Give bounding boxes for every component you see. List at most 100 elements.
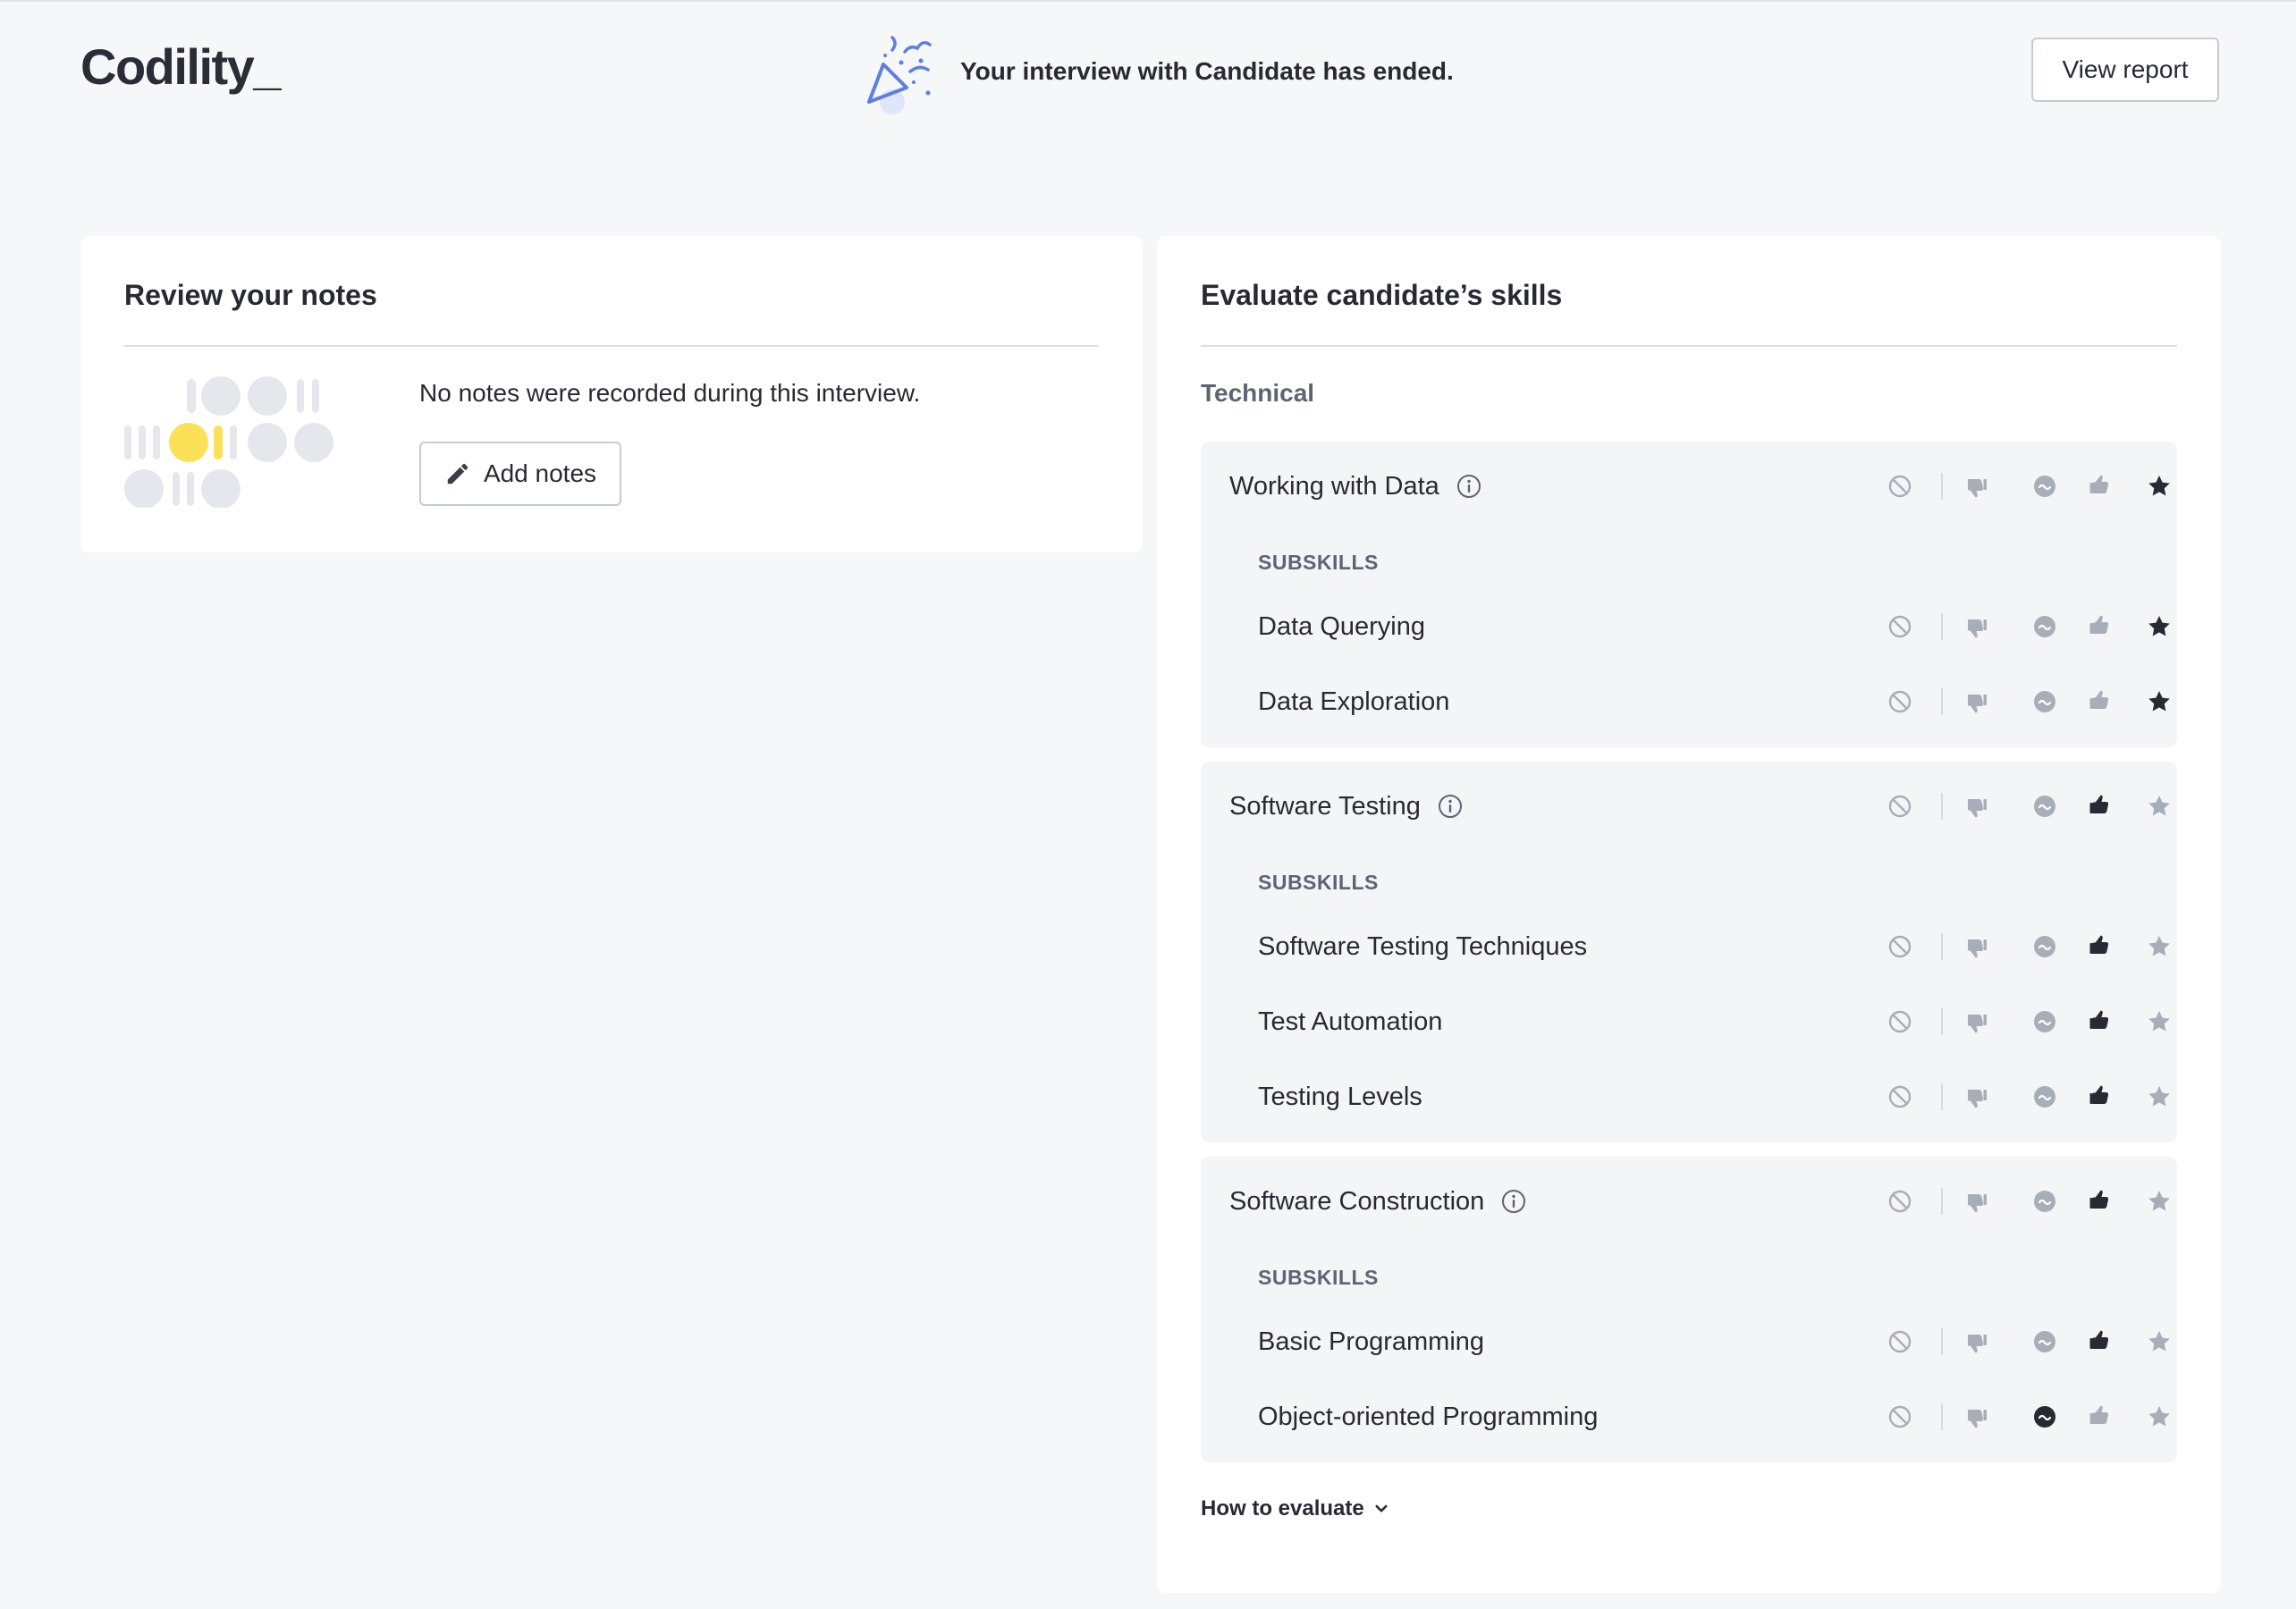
thumbs-down-icon <box>1963 1007 1991 1036</box>
rating-separator <box>1941 1403 1943 1430</box>
thumbs-up-icon <box>2088 687 2116 716</box>
thumbs-down-icon <box>1963 1082 1991 1111</box>
rating-neutral-button[interactable] <box>2030 1082 2059 1111</box>
rating-not-evaluated-button[interactable] <box>1886 1007 1914 1036</box>
rating-star-button[interactable] <box>2145 1327 2174 1356</box>
star-icon <box>2145 932 2174 961</box>
subskills-label: SUBSKILLS <box>1258 1266 1379 1289</box>
rating-controls <box>1870 1179 2170 1224</box>
star-icon <box>2145 472 2174 501</box>
rating-star-button[interactable] <box>2145 687 2174 716</box>
rating-neutral-button[interactable] <box>2030 1327 2059 1356</box>
rating-thumbs-up-button[interactable] <box>2088 932 2116 961</box>
rating-separator <box>1941 688 1943 715</box>
rating-star-button[interactable] <box>2145 1403 2174 1431</box>
rating-thumbs-down-button[interactable] <box>1963 472 1991 501</box>
rating-star-button[interactable] <box>2145 612 2174 641</box>
rating-thumbs-up-button[interactable] <box>2088 1327 2116 1356</box>
rating-thumbs-down-button[interactable] <box>1963 1007 1991 1036</box>
star-icon <box>2145 687 2174 716</box>
rating-not-evaluated-button[interactable] <box>1886 612 1914 641</box>
subskill-name: Testing Levels <box>1258 1082 1422 1111</box>
evaluate-skills-card: Evaluate candidate’s skills Technical Wo… <box>1157 236 2221 1593</box>
rating-not-evaluated-button[interactable] <box>1886 1082 1914 1111</box>
rating-not-evaluated-button[interactable] <box>1886 932 1914 961</box>
thumbs-up-icon <box>2088 472 2116 501</box>
rating-thumbs-down-button[interactable] <box>1963 612 1991 641</box>
thumbs-down-icon <box>1963 1327 1991 1356</box>
rating-neutral-button[interactable] <box>2030 1187 2059 1216</box>
rating-thumbs-down-button[interactable] <box>1963 687 1991 716</box>
info-icon[interactable] <box>1437 793 1464 820</box>
rating-thumbs-up-button[interactable] <box>2088 687 2116 716</box>
rating-thumbs-down-button[interactable] <box>1963 1082 1991 1111</box>
rating-neutral-button[interactable] <box>2030 792 2059 821</box>
rating-thumbs-up-button[interactable] <box>2088 1082 2116 1111</box>
subskill-row: Testing Levels <box>1201 1074 2177 1119</box>
rating-star-button[interactable] <box>2145 932 2174 961</box>
divider <box>1201 345 2177 347</box>
codility-logo[interactable]: Codility_ <box>80 38 281 96</box>
thumbs-down-icon <box>1963 687 1991 716</box>
view-report-button[interactable]: View report <box>2031 38 2219 102</box>
rating-neutral-button[interactable] <box>2030 1007 2059 1036</box>
rating-star-button[interactable] <box>2145 1082 2174 1111</box>
rating-neutral-button[interactable] <box>2030 612 2059 641</box>
rating-thumbs-up-button[interactable] <box>2088 1007 2116 1036</box>
star-icon <box>2145 1007 2174 1036</box>
rating-neutral-button[interactable] <box>2030 472 2059 501</box>
rating-thumbs-down-button[interactable] <box>1963 1403 1991 1431</box>
skill-group: Software Construction SUBSKILLS Basic Prog… <box>1201 1157 2177 1462</box>
rating-neutral-button[interactable] <box>2030 932 2059 961</box>
rating-separator <box>1941 933 1943 960</box>
rating-thumbs-up-button[interactable] <box>2088 1187 2116 1216</box>
skill-row: Working with Data <box>1201 464 2177 509</box>
how-to-evaluate-toggle[interactable]: How to evaluate <box>1201 1496 1389 1521</box>
thumbs-up-icon <box>2088 1187 2116 1216</box>
rating-separator <box>1941 473 1943 500</box>
subskill-row: Test Automation <box>1201 999 2177 1044</box>
subskill-name: Data Querying <box>1258 611 1425 641</box>
rating-controls <box>1870 924 2170 969</box>
skill-name: Working with Data <box>1229 472 1482 501</box>
rating-thumbs-down-button[interactable] <box>1963 1187 1991 1216</box>
subskill-name: Test Automation <box>1258 1007 1443 1036</box>
rating-not-evaluated-button[interactable] <box>1886 1187 1914 1216</box>
rating-star-button[interactable] <box>2145 1187 2174 1216</box>
skill-group: Working with Data SUBSKILLS Data Querying D… <box>1201 442 2177 747</box>
rating-thumbs-up-button[interactable] <box>2088 612 2116 641</box>
rating-not-evaluated-button[interactable] <box>1886 472 1914 501</box>
rating-thumbs-up-button[interactable] <box>2088 792 2116 821</box>
rating-controls <box>1870 1074 2170 1119</box>
rating-not-evaluated-button[interactable] <box>1886 792 1914 821</box>
neutral-icon <box>2030 472 2059 501</box>
pencil-icon <box>447 463 468 484</box>
not-evaluated-icon <box>1886 1187 1914 1216</box>
rating-not-evaluated-button[interactable] <box>1886 1327 1914 1356</box>
notes-title: Review your notes <box>124 279 377 311</box>
rating-not-evaluated-button[interactable] <box>1886 1403 1914 1431</box>
thumbs-down-icon <box>1963 1187 1991 1216</box>
rating-neutral-button[interactable] <box>2030 1403 2059 1431</box>
banner-text: Your interview with Candidate has ended. <box>960 57 1454 85</box>
skill-name: Software Testing <box>1229 792 1464 821</box>
rating-thumbs-down-button[interactable] <box>1963 932 1991 961</box>
star-icon <box>2145 1327 2174 1356</box>
rating-star-button[interactable] <box>2145 472 2174 501</box>
rating-thumbs-down-button[interactable] <box>1963 792 1991 821</box>
not-evaluated-icon <box>1886 1082 1914 1111</box>
party-popper-icon <box>867 36 932 114</box>
rating-thumbs-up-button[interactable] <box>2088 472 2116 501</box>
rating-neutral-button[interactable] <box>2030 687 2059 716</box>
rating-thumbs-up-button[interactable] <box>2088 1403 2116 1431</box>
thumbs-up-icon <box>2088 612 2116 641</box>
rating-thumbs-down-button[interactable] <box>1963 1327 1991 1356</box>
add-notes-button[interactable]: Add notes <box>419 442 621 506</box>
info-icon[interactable] <box>1500 1188 1527 1215</box>
info-icon[interactable] <box>1456 473 1482 500</box>
rating-star-button[interactable] <box>2145 1007 2174 1036</box>
thumbs-up-icon <box>2088 1403 2116 1431</box>
rating-star-button[interactable] <box>2145 792 2174 821</box>
not-evaluated-icon <box>1886 792 1914 821</box>
rating-not-evaluated-button[interactable] <box>1886 687 1914 716</box>
